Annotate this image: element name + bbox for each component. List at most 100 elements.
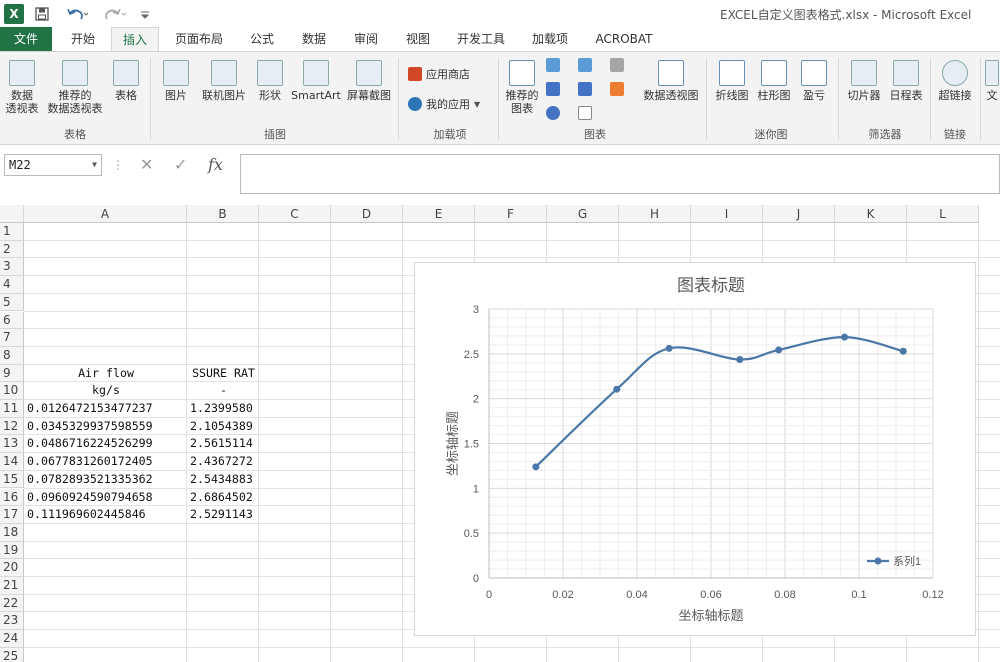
scatter-chart-button[interactable] [578, 106, 592, 120]
online-pictures-button[interactable]: 联机图片 [196, 60, 252, 102]
sheet-cell[interactable]: 2.5291143 [190, 506, 257, 524]
redo-icon[interactable] [100, 4, 130, 24]
row-header[interactable]: 20 [0, 559, 24, 577]
insert-function-icon[interactable]: fx [208, 154, 223, 176]
sheet-cell[interactable]: - [190, 382, 257, 400]
row-header[interactable]: 7 [0, 329, 24, 347]
pivot-chart-button[interactable]: 数据透视图 [640, 60, 702, 102]
my-apps-button[interactable]: 我的应用 ▼ [408, 96, 480, 112]
select-all-corner[interactable] [0, 205, 24, 223]
excel-app-icon[interactable]: X [4, 4, 24, 24]
row-header[interactable]: 25 [0, 647, 24, 662]
column-header[interactable]: A [24, 205, 187, 223]
sheet-cell[interactable]: 0.0486716224526299 [27, 435, 185, 453]
pivot-table-button[interactable]: 数据 透视表 [2, 60, 42, 115]
combo-chart-button[interactable] [610, 82, 624, 96]
row-header[interactable]: 9 [0, 364, 24, 383]
row-header[interactable]: 11 [0, 400, 24, 418]
sparkline-column-button[interactable]: 柱形图 [754, 60, 794, 102]
row-header[interactable]: 12 [0, 417, 24, 436]
name-box[interactable]: M22 ▼ [4, 154, 102, 176]
tab-file[interactable]: 文件 [0, 27, 52, 51]
sheet-cell[interactable]: 0.111969602445846 [27, 506, 185, 524]
tab-view[interactable]: 视图 [396, 27, 440, 51]
sheet-cell[interactable]: 0.0677831260172405 [27, 453, 185, 471]
recommended-charts-button[interactable]: 推荐的 图表 [502, 60, 542, 115]
recommended-pivot-button[interactable]: 推荐的 数据透视表 [44, 60, 106, 115]
sheet-cell[interactable]: 0.0782893521335362 [27, 471, 185, 489]
radar-chart-button[interactable] [610, 58, 624, 72]
smartart-button[interactable]: SmartArt [289, 60, 343, 102]
tab-data[interactable]: 数据 [292, 27, 336, 51]
tab-home[interactable]: 开始 [58, 27, 108, 51]
undo-icon[interactable] [62, 4, 92, 24]
column-chart-button[interactable] [546, 58, 560, 72]
sheet-cell[interactable]: 2.5615114 [190, 435, 257, 453]
sheet-cell[interactable]: 2.6864502 [190, 489, 257, 507]
pie-chart-button[interactable] [546, 106, 560, 120]
column-header[interactable]: L [907, 205, 979, 223]
slicer-button[interactable]: 切片器 [844, 60, 884, 102]
row-header[interactable]: 15 [0, 470, 24, 489]
column-header[interactable]: C [259, 205, 331, 223]
worksheet-grid[interactable]: ABCDEFGHIJKL 1 2 3 4 5 6 7 8 9 10 11 12 13 14 15 16 17 18… [0, 205, 1000, 662]
formula-input[interactable] [240, 154, 1000, 194]
row-header[interactable]: 23 [0, 612, 24, 631]
row-header[interactable]: 2 [0, 240, 24, 259]
shapes-button[interactable]: 形状 [254, 60, 286, 102]
pictures-button[interactable]: 图片 [158, 60, 194, 102]
area-chart-button[interactable] [578, 82, 592, 96]
timeline-button[interactable]: 日程表 [886, 60, 926, 102]
bar-chart-button[interactable] [578, 58, 592, 72]
row-header[interactable]: 22 [0, 594, 24, 613]
sheet-cell[interactable]: SSURE RAT [190, 365, 257, 383]
row-header[interactable]: 5 [0, 293, 24, 312]
sheet-cell[interactable]: 1.2399580 [190, 400, 257, 418]
row-header[interactable]: 1 [0, 223, 24, 241]
hyperlink-button[interactable]: 超链接 [934, 60, 976, 102]
row-header[interactable]: 24 [0, 630, 24, 648]
row-header[interactable]: 18 [0, 523, 24, 542]
line-chart-button[interactable] [546, 82, 560, 96]
sparkline-winloss-button[interactable]: 盈亏 [796, 60, 832, 102]
row-header[interactable]: 3 [0, 258, 24, 277]
tab-insert[interactable]: 插入 [111, 27, 159, 51]
tab-formulas[interactable]: 公式 [240, 27, 284, 51]
sparkline-line-button[interactable]: 折线图 [712, 60, 752, 102]
column-header[interactable]: F [475, 205, 547, 223]
sheet-cell[interactable]: kg/s [27, 382, 185, 400]
column-header[interactable]: J [763, 205, 835, 223]
row-header[interactable]: 6 [0, 311, 24, 330]
tab-review[interactable]: 审阅 [344, 27, 388, 51]
sheet-cell[interactable]: 0.0960924590794658 [27, 489, 185, 507]
column-header[interactable]: G [547, 205, 619, 223]
column-header[interactable]: B [187, 205, 259, 223]
row-header[interactable]: 14 [0, 453, 24, 471]
tab-developer[interactable]: 开发工具 [448, 27, 514, 51]
column-header[interactable]: D [331, 205, 403, 223]
row-header[interactable]: 13 [0, 435, 24, 454]
row-header[interactable]: 10 [0, 382, 24, 400]
cancel-icon[interactable]: ✕ [140, 154, 153, 176]
sheet-cell[interactable]: 0.0345329937598559 [27, 418, 185, 436]
text-button[interactable]: 文 [984, 60, 1000, 102]
customize-qat-icon[interactable] [138, 4, 152, 24]
sheet-cell[interactable]: Air flow [27, 365, 185, 383]
column-header[interactable]: H [619, 205, 691, 223]
column-header[interactable]: I [691, 205, 763, 223]
row-header[interactable]: 8 [0, 346, 24, 365]
row-header[interactable]: 21 [0, 577, 24, 595]
sheet-cell[interactable]: 2.5434883 [190, 471, 257, 489]
tab-page-layout[interactable]: 页面布局 [166, 27, 232, 51]
app-store-button[interactable]: 应用商店 [408, 66, 470, 82]
enter-icon[interactable]: ✓ [174, 154, 187, 176]
column-header[interactable]: E [403, 205, 475, 223]
column-header[interactable]: K [835, 205, 907, 223]
table-button[interactable]: 表格 [108, 60, 144, 102]
sheet-cell[interactable]: 0.0126472153477237 [27, 400, 185, 418]
row-header[interactable]: 4 [0, 276, 24, 294]
row-header[interactable]: 19 [0, 541, 24, 560]
tab-addins[interactable]: 加载项 [522, 27, 578, 51]
sheet-cell[interactable]: 2.4367272 [190, 453, 257, 471]
row-header[interactable]: 17 [0, 506, 24, 524]
